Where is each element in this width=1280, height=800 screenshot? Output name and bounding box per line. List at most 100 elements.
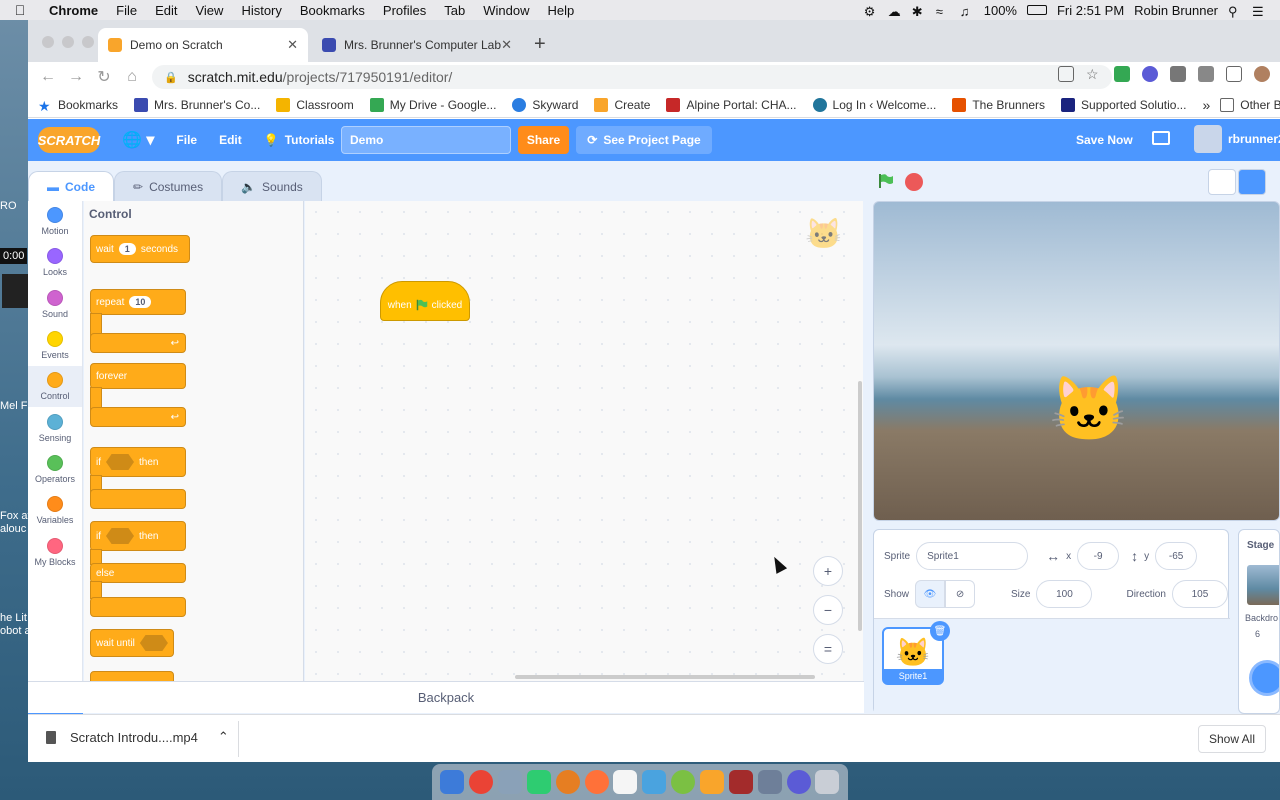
tab-computer-lab[interactable]: Mrs. Brunner's Computer Lab ✕ xyxy=(312,28,522,62)
launchpad-icon[interactable] xyxy=(498,770,523,794)
minimize-window-button[interactable] xyxy=(62,36,74,48)
normal-stage-button[interactable] xyxy=(1238,169,1266,195)
drive-extension-icon[interactable] xyxy=(1114,66,1130,82)
x-position-input[interactable]: -9 xyxy=(1077,542,1120,570)
account-menu[interactable]: rbrunner27 xyxy=(1194,125,1280,153)
hide-button[interactable]: ⊘ xyxy=(945,580,976,608)
bookmark-item[interactable]: Create xyxy=(594,97,650,112)
language-globe-icon[interactable]: 🌐 ▾ xyxy=(122,130,154,150)
stop-button[interactable] xyxy=(905,173,923,191)
bookmark-item[interactable]: Classroom xyxy=(276,97,354,112)
other-bookmarks-folder[interactable]: Other Bookma xyxy=(1220,97,1280,112)
tutorials-button[interactable]: 💡 Tutorials xyxy=(264,133,335,147)
preview-icon[interactable] xyxy=(642,770,667,794)
more-bookmarks-chevron-icon[interactable]: » xyxy=(1202,97,1210,113)
category-operators[interactable]: Operators xyxy=(28,449,82,490)
bookmark-item[interactable]: Log In ‹ Welcome... xyxy=(812,97,936,112)
choose-backdrop-button[interactable] xyxy=(1249,660,1279,696)
control-center-icon[interactable]: ☰ xyxy=(1252,4,1266,19)
boolean-slot[interactable] xyxy=(106,528,134,544)
category-motion[interactable]: Motion xyxy=(28,201,82,242)
forward-arrow-icon[interactable]: → xyxy=(62,68,90,86)
facetime-icon[interactable] xyxy=(526,770,551,794)
apple-menu-icon[interactable]:  xyxy=(0,2,40,18)
zoom-window-button[interactable] xyxy=(82,36,94,48)
category-variables[interactable]: Variables xyxy=(28,490,82,531)
boolean-slot[interactable] xyxy=(139,635,168,651)
category-sound[interactable]: Sound xyxy=(28,284,82,325)
tab-code[interactable]: ▬ Code xyxy=(28,171,114,201)
show-all-downloads-button[interactable]: Show All xyxy=(1197,725,1266,753)
side-panel-icon[interactable] xyxy=(1226,66,1242,82)
category-events[interactable]: Events xyxy=(28,325,82,366)
save-now-button[interactable]: Save Now xyxy=(1076,133,1133,147)
bookmark-star-icon[interactable]: ☆ xyxy=(1086,66,1102,82)
zoom-in-button[interactable]: + xyxy=(813,556,843,586)
workspace-vertical-scrollbar[interactable] xyxy=(858,381,862,631)
workspace-horizontal-scrollbar[interactable] xyxy=(515,675,815,679)
home-icon[interactable]: ⌂ xyxy=(118,68,146,86)
sprite-thumbnail[interactable]: 🐱 Sprite1 🗑 xyxy=(882,621,950,685)
cloud-icon[interactable]: ☁ xyxy=(888,4,902,19)
bookmark-item[interactable]: Skyward xyxy=(512,97,578,112)
user-name[interactable]: Robin Brunner xyxy=(1134,3,1218,18)
menu-tab[interactable]: Tab xyxy=(435,3,474,18)
y-position-input[interactable]: -65 xyxy=(1155,542,1198,570)
project-title-input[interactable]: Demo xyxy=(341,126,511,154)
menu-history[interactable]: History xyxy=(232,3,290,18)
edit-menu[interactable]: Edit xyxy=(219,133,242,147)
share-page-icon[interactable] xyxy=(1058,66,1074,82)
code-workspace[interactable]: when clicked 🐱 + − = xyxy=(305,201,863,681)
scratch-app-icon[interactable] xyxy=(700,770,725,794)
menu-view[interactable]: View xyxy=(186,3,232,18)
tab-sounds[interactable]: 🔈 Sounds xyxy=(222,171,322,201)
menu-help[interactable]: Help xyxy=(539,3,584,18)
reset-zoom-button[interactable]: = xyxy=(813,634,843,664)
if-block-top[interactable]: if then xyxy=(90,447,186,477)
if-else-block-top[interactable]: if then xyxy=(90,521,186,551)
battery-icon[interactable] xyxy=(1026,5,1047,15)
clock[interactable]: Fri 2:51 PM xyxy=(1057,3,1124,18)
share-button[interactable]: Share xyxy=(518,126,569,154)
chevron-up-icon[interactable]: ⌃ xyxy=(218,729,229,745)
close-tab-icon[interactable]: ✕ xyxy=(501,37,512,53)
show-visible-button[interactable]: 👁 xyxy=(915,580,946,608)
next-block[interactable] xyxy=(90,671,174,681)
small-stage-button[interactable] xyxy=(1208,169,1236,195)
photos-icon[interactable] xyxy=(555,770,580,794)
bookmark-item[interactable]: Supported Solutio... xyxy=(1061,97,1186,112)
bluetooth-icon[interactable]: ✱ xyxy=(912,4,926,19)
category-my-blocks[interactable]: My Blocks xyxy=(28,531,82,572)
wait-until-block[interactable]: wait until xyxy=(90,629,174,657)
finder-icon[interactable] xyxy=(440,770,465,794)
extension-icon[interactable] xyxy=(1142,66,1158,82)
wait-seconds-block[interactable]: wait 1 seconds xyxy=(90,235,190,263)
scratch-cat-sprite[interactable]: 🐱 xyxy=(1049,372,1129,447)
scratch-logo[interactable]: SCRATCH xyxy=(38,127,100,153)
menu-file[interactable]: File xyxy=(107,3,146,18)
reload-icon[interactable]: ↻ xyxy=(90,67,118,87)
trash-icon[interactable] xyxy=(815,770,840,794)
size-input[interactable]: 100 xyxy=(1036,580,1093,608)
app-icon[interactable] xyxy=(671,770,696,794)
firefox-icon[interactable] xyxy=(584,770,609,794)
forever-block-top[interactable]: forever xyxy=(90,363,186,389)
green-flag-icon[interactable] xyxy=(878,173,894,189)
dictionary-icon[interactable] xyxy=(728,770,753,794)
my-stuff-folder-icon[interactable] xyxy=(1152,131,1170,145)
backdrop-thumbnail[interactable] xyxy=(1247,565,1279,605)
app-icon[interactable] xyxy=(786,770,811,794)
bookmark-item[interactable]: My Drive - Google... xyxy=(369,97,496,112)
extension-icon[interactable] xyxy=(1170,66,1186,82)
delete-sprite-icon[interactable]: 🗑 xyxy=(930,621,950,641)
new-tab-button[interactable]: + xyxy=(534,33,546,56)
address-bar[interactable]: 🔒 scratch.mit.edu/projects/717950191/edi… xyxy=(152,65,1112,89)
zoom-out-button[interactable]: − xyxy=(813,595,843,625)
repeat-block-top[interactable]: repeat 10 xyxy=(90,289,186,315)
notes-icon[interactable] xyxy=(613,770,638,794)
gear-icon[interactable]: ⚙ xyxy=(864,4,878,19)
direction-input[interactable]: 105 xyxy=(1171,580,1228,608)
tab-demo-on-scratch[interactable]: Demo on Scratch ✕ xyxy=(98,28,308,62)
menu-window[interactable]: Window xyxy=(474,3,538,18)
bookmark-item[interactable]: The Brunners xyxy=(952,97,1045,112)
